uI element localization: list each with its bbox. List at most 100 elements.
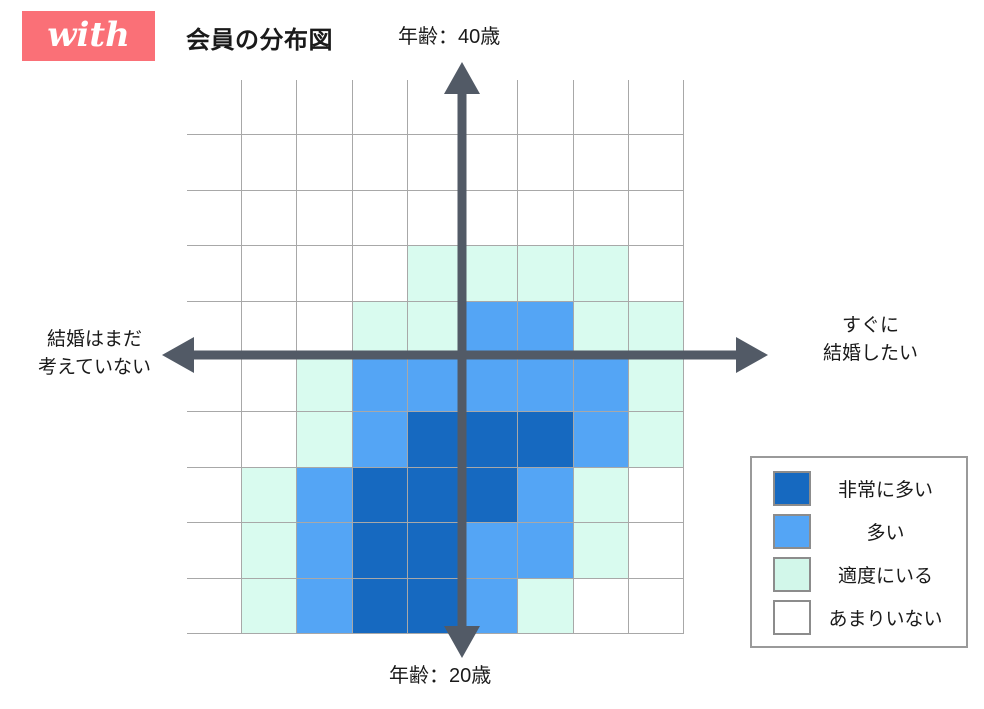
brand-logo: with <box>22 11 155 61</box>
heatmap-cell <box>242 246 298 302</box>
heatmap-cell <box>187 523 243 579</box>
heatmap-cell <box>352 135 408 191</box>
heatmap-cell <box>628 412 684 468</box>
heatmap-cell <box>463 412 519 468</box>
heatmap-cell <box>407 578 464 634</box>
heatmap-cell <box>352 578 408 634</box>
heatmap-cell <box>242 412 298 468</box>
heatmap-cell <box>463 357 519 413</box>
legend-swatch <box>773 471 811 506</box>
heatmap-cell <box>573 301 629 357</box>
legend-swatch <box>773 600 811 635</box>
heatmap-cell <box>297 412 353 468</box>
heatmap-cell <box>518 80 574 136</box>
heatmap-cell <box>518 135 574 191</box>
axis-label-right-line2: 結婚したい <box>822 342 918 364</box>
axis-label-top: 年齢：40歳 <box>398 26 501 48</box>
heatmap-cell <box>407 80 464 136</box>
heatmap-cell <box>573 190 629 247</box>
legend-label: 適度にいる <box>837 566 933 587</box>
legend-swatch <box>773 557 811 592</box>
heatmap-cell <box>352 357 408 413</box>
axis-label-right-line1: すぐに <box>841 315 899 336</box>
legend-item: 適度にいる <box>752 553 966 596</box>
heatmap-cell <box>187 578 243 634</box>
heatmap-cell <box>573 523 629 579</box>
heatmap-cell <box>628 301 684 357</box>
heatmap-cell <box>518 578 574 634</box>
heatmap-cell <box>407 412 464 468</box>
heatmap-grid <box>187 80 684 634</box>
heatmap-cell <box>628 467 684 524</box>
brand-wordmark: with <box>47 15 130 55</box>
heatmap-cell <box>407 190 464 247</box>
heatmap-cell <box>352 190 408 247</box>
heatmap-cell <box>518 467 574 524</box>
legend-item: 多い <box>752 510 966 553</box>
heatmap-cell <box>628 190 684 247</box>
heatmap-cell <box>187 467 243 524</box>
heatmap-cell <box>463 301 519 357</box>
heatmap-cell <box>187 357 243 413</box>
heatmap-cell <box>628 523 684 579</box>
heatmap-cell <box>407 523 464 579</box>
heatmap-cell <box>518 412 574 468</box>
heatmap-cell <box>297 301 353 357</box>
heatmap-cell <box>352 80 408 136</box>
heatmap-cell <box>573 80 629 136</box>
heatmap-cell <box>297 246 353 302</box>
legend-item: 非常に多い <box>752 467 966 510</box>
legend-label: 多い <box>866 523 905 544</box>
heatmap-cell <box>242 80 298 136</box>
heatmap-cell <box>242 578 298 634</box>
heatmap-cell <box>518 523 574 579</box>
heatmap-cell <box>187 412 243 468</box>
heatmap-cell <box>242 523 298 579</box>
heatmap-cell <box>518 357 574 413</box>
legend-swatch <box>773 514 811 549</box>
heatmap-cell <box>573 246 629 302</box>
heatmap-cell <box>297 578 353 634</box>
heatmap-cell <box>463 467 519 524</box>
heatmap-cell <box>628 246 684 302</box>
axis-label-bottom: 年齢：20歳 <box>389 665 492 687</box>
heatmap-cell <box>297 523 353 579</box>
heatmap-cell <box>297 80 353 136</box>
heatmap-cell <box>463 135 519 191</box>
axis-label-left-line2: 考えていない <box>37 356 152 378</box>
heatmap-cell <box>352 246 408 302</box>
heatmap-cell <box>297 135 353 191</box>
heatmap-cell <box>628 80 684 136</box>
heatmap-cell <box>352 301 408 357</box>
heatmap-cell <box>573 412 629 468</box>
heatmap-cell <box>573 357 629 413</box>
heatmap-cell <box>628 357 684 413</box>
heatmap-cell <box>352 467 408 524</box>
heatmap-cell <box>573 135 629 191</box>
heatmap-cell <box>518 190 574 247</box>
heatmap-cell <box>573 467 629 524</box>
axis-label-left: 結婚はまだ 考えていない <box>12 326 177 381</box>
axis-label-right: すぐに 結婚したい <box>768 312 973 367</box>
heatmap-cell <box>242 135 298 191</box>
heatmap-cell <box>628 135 684 191</box>
heatmap-cell <box>463 578 519 634</box>
heatmap-cell <box>242 301 298 357</box>
heatmap-cell <box>518 301 574 357</box>
heatmap-cell <box>463 80 519 136</box>
heatmap-cell <box>463 246 519 302</box>
axis-label-left-line1: 結婚はまだ <box>46 329 142 350</box>
heatmap-cell <box>407 301 464 357</box>
heatmap-cell <box>407 357 464 413</box>
heatmap-cell <box>187 246 243 302</box>
heatmap-cell <box>463 190 519 247</box>
legend-item: あまりいない <box>752 596 966 639</box>
heatmap-cell <box>407 135 464 191</box>
heatmap-plot-area <box>187 80 684 634</box>
legend: 非常に多い多い適度にいるあまりいない <box>750 456 968 648</box>
heatmap-cell <box>352 523 408 579</box>
heatmap-cell <box>352 412 408 468</box>
heatmap-cell <box>242 357 298 413</box>
legend-label: あまりいない <box>828 609 943 630</box>
heatmap-cell <box>242 190 298 247</box>
